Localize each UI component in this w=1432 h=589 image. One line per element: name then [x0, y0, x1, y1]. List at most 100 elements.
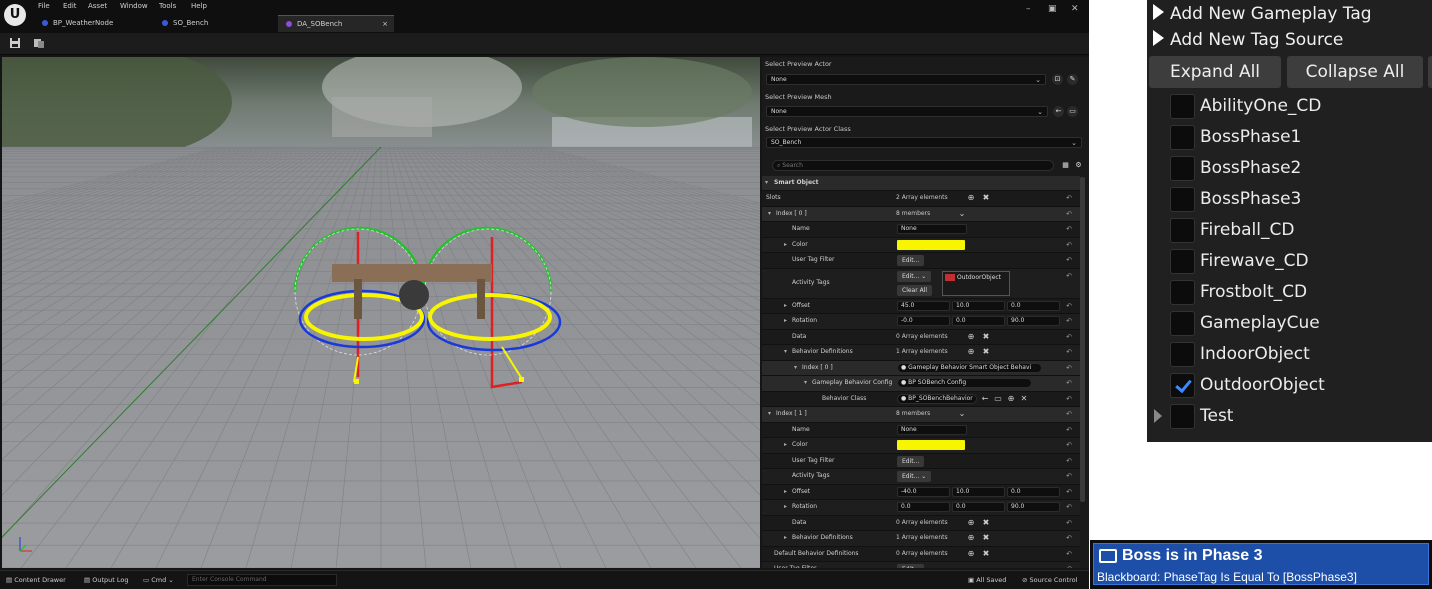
- reset-arrow-icon[interactable]: ↶: [1066, 256, 1072, 264]
- menu-edit[interactable]: Edit: [63, 2, 77, 10]
- data0-row[interactable]: Data 0 Array elements ⊕ ✖ ↶: [762, 330, 1080, 345]
- slots-row[interactable]: ▾Slots2 Array elements⊕✖↶: [762, 191, 1080, 207]
- use-selected-icon[interactable]: ←: [980, 394, 990, 404]
- offset1-row[interactable]: ▸ Offset -40.0 10.0 0.0 ↶: [762, 485, 1080, 500]
- clear-all-button[interactable]: Clear All: [897, 284, 933, 296]
- preview-mesh-combo[interactable]: None ⌄: [766, 106, 1048, 117]
- class-combo[interactable]: ● BP_SOBenchBehavior: [897, 393, 977, 404]
- trash-icon[interactable]: ✖: [981, 347, 991, 357]
- expand-arrow-icon[interactable]: ▾: [784, 348, 787, 355]
- add-element-icon[interactable]: ⊕: [966, 347, 976, 357]
- vector-component-field[interactable]: 0.0: [952, 502, 1005, 512]
- name0-row[interactable]: Name None ↶: [762, 222, 1080, 238]
- category-smart-object[interactable]: ▾ Smart Object: [762, 176, 1080, 191]
- reset-arrow-icon[interactable]: ↶: [1066, 241, 1072, 249]
- vector-component-field[interactable]: 90.0: [1007, 502, 1060, 512]
- browse-icon[interactable]: [32, 37, 46, 51]
- vector-component-field[interactable]: -40.0: [897, 486, 950, 497]
- menu-tools[interactable]: Tools: [159, 2, 176, 10]
- expand-arrow-icon[interactable]: ▸: [784, 317, 787, 324]
- expand-all-button[interactable]: Expand All: [1149, 56, 1281, 88]
- expand-arrow-icon[interactable]: ▸: [784, 302, 787, 309]
- expand-arrow-icon[interactable]: ▾: [804, 379, 807, 386]
- rotation0-row[interactable]: ▸ Rotation -0.0 0.0 90.0 ↶: [762, 314, 1080, 330]
- edit-button[interactable]: Edit...: [897, 455, 925, 467]
- usertagfilter1-row[interactable]: User Tag Filter Edit... ↶: [762, 454, 1080, 469]
- tag-row[interactable]: IndoorObject: [1147, 339, 1432, 370]
- tab-da-sobench[interactable]: DA_SOBench ×: [278, 15, 394, 32]
- browse-folder-icon[interactable]: ▭: [1067, 106, 1078, 117]
- tag-checkbox[interactable]: [1170, 342, 1195, 367]
- reset-arrow-icon[interactable]: ↶: [1066, 348, 1072, 356]
- tab-so-bench[interactable]: SO_Bench: [154, 15, 274, 32]
- vector-component-field[interactable]: 0.0: [1007, 486, 1060, 497]
- behaviordefs1-row[interactable]: ▸ Behavior Definitions 1 Array elements ⊕ ✖ ↶: [762, 531, 1080, 547]
- add-element-icon[interactable]: ⊕: [966, 193, 976, 203]
- index0-row[interactable]: ▾ Index [ 0 ] 8 members ⌄ ↶: [762, 206, 1080, 222]
- vector-component-field[interactable]: 0.0: [952, 316, 1005, 326]
- minimize-icon[interactable]: –: [1026, 4, 1031, 14]
- behavior-class-row[interactable]: Behavior Class ● BP_SOBenchBehavior ← ▭ ⊕ ✕ ↶: [762, 392, 1080, 407]
- tag-checkbox[interactable]: [1170, 280, 1195, 305]
- focus-icon[interactable]: ⊡: [1052, 74, 1063, 85]
- tag-row[interactable]: OutdoorObject: [1147, 370, 1432, 401]
- add-element-icon[interactable]: ⊕: [966, 533, 976, 543]
- maximize-icon[interactable]: ▣: [1048, 4, 1057, 14]
- tag-checkbox[interactable]: [1170, 404, 1195, 429]
- index1-row[interactable]: ▾ Index [ 1 ] 8 members ⌄ ↶: [762, 407, 1080, 423]
- tag-row[interactable]: GameplayCue: [1147, 308, 1432, 339]
- reset-arrow-icon[interactable]: ↶: [1066, 472, 1072, 480]
- usertagfilter0-row[interactable]: User Tag Filter Edit... ↶: [762, 253, 1080, 269]
- output-log-button[interactable]: ▤ Output Log: [84, 576, 128, 584]
- class-combo[interactable]: ● BP SOBench Config: [897, 378, 1032, 388]
- trash-icon[interactable]: ✖: [981, 533, 991, 543]
- collapse-all-button[interactable]: Collapse All: [1287, 56, 1423, 88]
- tag-checkbox[interactable]: [1170, 94, 1195, 119]
- expand-arrow-icon[interactable]: ▸: [784, 503, 787, 510]
- usertagfilter-root-row[interactable]: User Tag Filter Edit... ↶: [762, 562, 1080, 568]
- activity-tag-chip[interactable]: OutdoorObject: [942, 270, 1010, 296]
- preview-class-combo[interactable]: SO_Bench ⌄: [766, 137, 1082, 148]
- color-swatch[interactable]: [897, 440, 965, 450]
- name-field[interactable]: None: [897, 424, 967, 435]
- edit-button[interactable]: Edit...: [897, 564, 925, 568]
- unreal-logo-icon[interactable]: U: [4, 4, 26, 26]
- default-bd-row[interactable]: Default Behavior Definitions 0 Array elem…: [762, 547, 1080, 562]
- edit-button[interactable]: Edit...: [897, 255, 925, 266]
- gear-icon[interactable]: ⚙: [1073, 160, 1084, 171]
- reset-arrow-icon[interactable]: ↶: [1066, 272, 1072, 280]
- menu-file[interactable]: File: [38, 2, 50, 10]
- add-new-gameplay-tag-toggle[interactable]: Add New Gameplay Tag: [1153, 4, 1372, 24]
- color0-row[interactable]: ▸ Color ↶: [762, 237, 1080, 253]
- tag-row[interactable]: Frostbolt_CD: [1147, 277, 1432, 308]
- reset-arrow-icon[interactable]: ↶: [1066, 519, 1072, 527]
- behaviordefs0-row[interactable]: ▾ Behavior Definitions 1 Array elements ⊕ ✖ ↶: [762, 345, 1080, 361]
- vector-component-field[interactable]: 10.0: [952, 300, 1005, 311]
- tab-bp-weathernode[interactable]: BP_WeatherNode: [34, 15, 154, 32]
- close-window-icon[interactable]: ✕: [1071, 4, 1079, 14]
- data1-row[interactable]: Data 0 Array elements ⊕ ✖ ↶: [762, 516, 1080, 531]
- vector-component-field[interactable]: 0.0: [897, 502, 950, 512]
- trash-icon[interactable]: ✖: [981, 332, 991, 342]
- reset-arrow-icon[interactable]: ↶: [1066, 333, 1072, 341]
- search-input[interactable]: ⌕ Search: [772, 160, 1054, 171]
- close-tab-icon[interactable]: ×: [382, 16, 388, 33]
- tag-row[interactable]: BossPhase3: [1147, 184, 1432, 215]
- tag-row[interactable]: BossPhase2: [1147, 153, 1432, 184]
- reset-arrow-icon[interactable]: ↶: [1066, 534, 1072, 542]
- tag-checkbox[interactable]: [1170, 373, 1195, 398]
- menu-asset[interactable]: Asset: [88, 2, 107, 10]
- reset-arrow-icon[interactable]: ↶: [1066, 410, 1072, 418]
- expand-arrow-icon[interactable]: ▸: [784, 441, 787, 448]
- chevron-down-icon[interactable]: ⌄: [957, 409, 967, 419]
- vector-component-field[interactable]: 0.0: [1007, 300, 1060, 311]
- tag-checkbox[interactable]: [1170, 218, 1195, 243]
- reset-arrow-icon[interactable]: ↶: [1066, 395, 1072, 403]
- reset-arrow-icon[interactable]: ↶: [1066, 503, 1072, 511]
- reset-arrow-icon[interactable]: ↶: [1066, 210, 1072, 218]
- tag-row[interactable]: Test: [1147, 401, 1432, 432]
- reset-arrow-icon[interactable]: ↶: [1066, 550, 1072, 558]
- add-icon[interactable]: ⊕: [1006, 394, 1016, 404]
- expand-arrow-icon[interactable]: ▸: [784, 241, 787, 248]
- expand-arrow-icon[interactable]: [1154, 409, 1162, 423]
